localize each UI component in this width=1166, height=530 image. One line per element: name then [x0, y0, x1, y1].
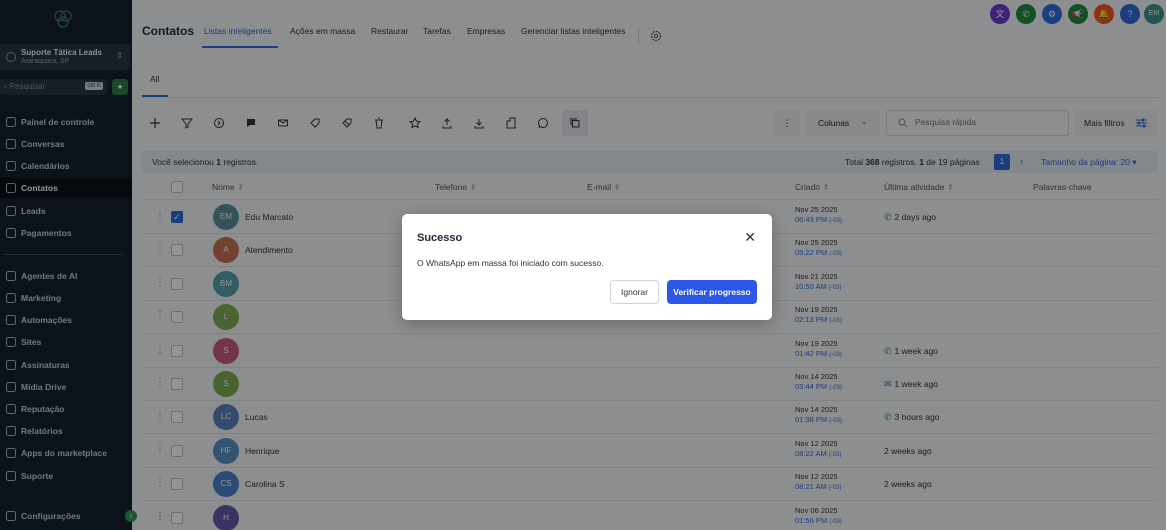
dialog-title: Sucesso: [417, 232, 463, 244]
dialog-message: O WhatsApp em massa foi iniciado com suc…: [417, 258, 604, 268]
ignore-button[interactable]: Ignorar: [610, 280, 659, 304]
close-icon[interactable]: ✕: [744, 230, 756, 244]
verify-progress-button[interactable]: Verificar progresso: [667, 280, 757, 304]
success-dialog: Sucesso ✕ O WhatsApp em massa foi inicia…: [402, 214, 772, 320]
